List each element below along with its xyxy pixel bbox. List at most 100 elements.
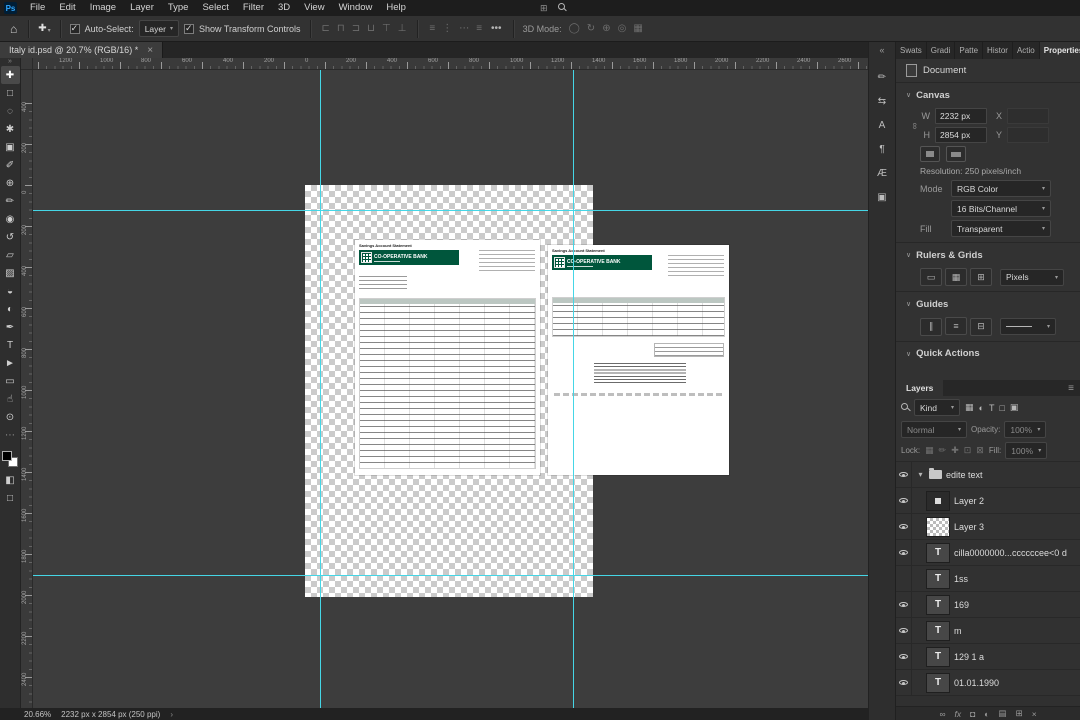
workspace-grid-icon[interactable]: ⊞ (540, 3, 548, 14)
auto-select-checkbox[interactable] (69, 23, 80, 34)
tool-settings-panel-icon[interactable]: ⇆ (878, 96, 886, 107)
layer-name[interactable]: 1ss (954, 574, 968, 584)
quick-mask-icon[interactable]: ◧ (1, 471, 20, 489)
3d-scale-icon[interactable]: ▦ (631, 23, 644, 34)
guide-vertical[interactable] (320, 70, 321, 708)
shape-tool[interactable]: ▭ (1, 372, 20, 390)
layer-visibility-toggle[interactable] (896, 592, 912, 617)
layer-thumbnail[interactable] (926, 516, 950, 537)
eyedropper-tool[interactable]: ✐ (1, 156, 20, 174)
panel-tab-histor[interactable]: Histor (983, 42, 1013, 59)
layer-name[interactable]: Layer 3 (954, 522, 984, 532)
layer-row[interactable]: T 129 1 a (896, 644, 1080, 670)
blend-mode-select[interactable]: Normal ▾ (901, 421, 967, 438)
layer-visibility-toggle[interactable] (896, 618, 912, 643)
history-brush-tool[interactable]: ↺ (1, 228, 20, 246)
brushes-panel-icon[interactable]: ✏ (878, 72, 886, 83)
layer-name[interactable]: 129 1 a (954, 652, 984, 662)
layer-visibility-toggle[interactable] (896, 488, 912, 513)
menu-view[interactable]: View (297, 0, 331, 16)
layer-fill-select[interactable]: 100% ▾ (1005, 442, 1048, 459)
menu-select[interactable]: Select (195, 0, 235, 16)
link-layers-icon[interactable]: ∞ (939, 709, 945, 719)
lock-image-icon[interactable]: ✏ (938, 445, 948, 456)
canvas-section-header[interactable]: ∨ Canvas (906, 85, 1070, 105)
align-right-edges-icon[interactable]: ⊐ (350, 23, 362, 34)
ruler-origin[interactable] (21, 58, 33, 70)
quick-actions-section-header[interactable]: ∨ Quick Actions (906, 344, 1070, 364)
toggle-guides-icon[interactable]: ∥ (920, 317, 942, 336)
layer-effects-icon[interactable]: fx (955, 709, 962, 719)
layer-name[interactable]: 169 (954, 600, 969, 610)
character-panel-icon[interactable]: A (879, 120, 886, 131)
collapse-panels-icon[interactable]: « (879, 45, 884, 55)
units-select[interactable]: Pixels ▾ (1000, 268, 1064, 286)
layer-row[interactable]: Tm (896, 618, 1080, 644)
horizontal-ruler[interactable]: 1200 1000 800 600 400 200 0 200 400 600 800 1000 120… (21, 58, 868, 70)
menu-file[interactable]: File (23, 0, 52, 16)
clone-stamp-tool[interactable]: ◉ (1, 210, 20, 228)
home-icon[interactable]: ⌂ (8, 22, 19, 36)
layer-thumbnail[interactable]: T (926, 620, 950, 641)
layer-name[interactable]: Layer 2 (954, 496, 984, 506)
menu-3d[interactable]: 3D (271, 0, 297, 16)
gradient-tool[interactable]: ▨ (1, 264, 20, 282)
layer-visibility-toggle[interactable] (896, 540, 912, 565)
lock-transparency-icon[interactable]: ▦ (924, 445, 935, 456)
filter-adjustment-layers-icon[interactable]: ◐ (978, 403, 985, 413)
panel-tab-gradi[interactable]: Gradi (927, 42, 956, 59)
layer-mask-icon[interactable]: ◘ (970, 709, 975, 719)
align-horizontal-centers-icon[interactable]: ⊓ (335, 23, 347, 34)
marquee-tool[interactable]: □ (1, 84, 20, 102)
more-options-icon[interactable]: ••• (489, 23, 504, 34)
layer-visibility-toggle[interactable] (896, 566, 912, 591)
search-icon[interactable] (557, 2, 567, 14)
zoom-level[interactable]: 20.66% (24, 710, 51, 719)
layer-row[interactable]: Layer 3 (896, 514, 1080, 540)
guide-horizontal[interactable] (33, 575, 868, 576)
menu-layer[interactable]: Layer (123, 0, 161, 16)
layer-name[interactable]: edite text (946, 470, 983, 480)
align-vertical-centers-icon[interactable]: ⊤ (380, 23, 393, 34)
glyphs-panel-icon[interactable]: Æ (877, 168, 887, 179)
show-transform-checkbox[interactable] (183, 23, 194, 34)
toggle-rulers-icon[interactable]: ▭ (920, 268, 942, 286)
layer-name[interactable]: m (954, 626, 962, 636)
link-dimensions-icon[interactable]: ∞ (910, 123, 920, 129)
statement-page-2[interactable]: Savings Account Statement CO-OPERATIVE B… (548, 245, 729, 475)
menu-edit[interactable]: Edit (52, 0, 82, 16)
align-bottom-edges-icon[interactable]: ⊥ (396, 23, 409, 34)
height-field[interactable]: 2854 px (935, 127, 987, 143)
layer-visibility-toggle[interactable] (896, 670, 912, 695)
lock-guides-icon[interactable]: ⊟ (970, 317, 992, 336)
hand-tool[interactable]: ☝ (1, 390, 20, 408)
auto-select-target-select[interactable]: Layer ▾ (138, 20, 179, 37)
eraser-tool[interactable]: ▱ (1, 246, 20, 264)
filter-smart-objects-icon[interactable]: ▣ (1009, 402, 1020, 413)
color-mode-select[interactable]: RGB Color ▾ (951, 180, 1051, 197)
lock-artboard-icon[interactable]: ⊡ (963, 445, 973, 456)
layer-row[interactable]: Layer 2 (896, 488, 1080, 514)
adjustment-layer-icon[interactable]: ◐ (984, 709, 989, 719)
move-tool[interactable]: ✚ (0, 66, 20, 84)
edit-toolbar-icon[interactable]: ⋯ (1, 426, 20, 444)
guide-vertical[interactable] (573, 70, 574, 708)
libraries-panel-icon[interactable]: ▣ (877, 192, 886, 203)
layer-group-icon[interactable]: ▤ (998, 708, 1006, 719)
document-tab[interactable]: Italy id.psd @ 20.7% (RGB/16) * × (0, 42, 164, 58)
lock-position-icon[interactable]: ✚ (950, 445, 960, 456)
3d-drag-icon[interactable]: ⊕ (600, 23, 612, 34)
opacity-select[interactable]: 100% ▾ (1004, 421, 1047, 438)
align-top-edges-icon[interactable]: ⊔ (365, 23, 377, 34)
foreground-color[interactable] (2, 451, 12, 461)
layer-visibility-toggle[interactable] (896, 462, 912, 487)
layers-tab[interactable]: Layers (896, 380, 944, 396)
menu-filter[interactable]: Filter (236, 0, 271, 16)
layer-visibility-toggle[interactable] (896, 644, 912, 669)
type-tool[interactable]: T (1, 336, 20, 354)
panel-tab-patte[interactable]: Patte (955, 42, 984, 59)
layer-row[interactable]: T 1ss (896, 566, 1080, 592)
layer-row[interactable]: ▾ edite text (896, 462, 1080, 488)
distribute-horizontal-icon[interactable]: ≡ (427, 23, 437, 34)
filter-pixel-layers-icon[interactable]: ▦ (964, 402, 975, 413)
